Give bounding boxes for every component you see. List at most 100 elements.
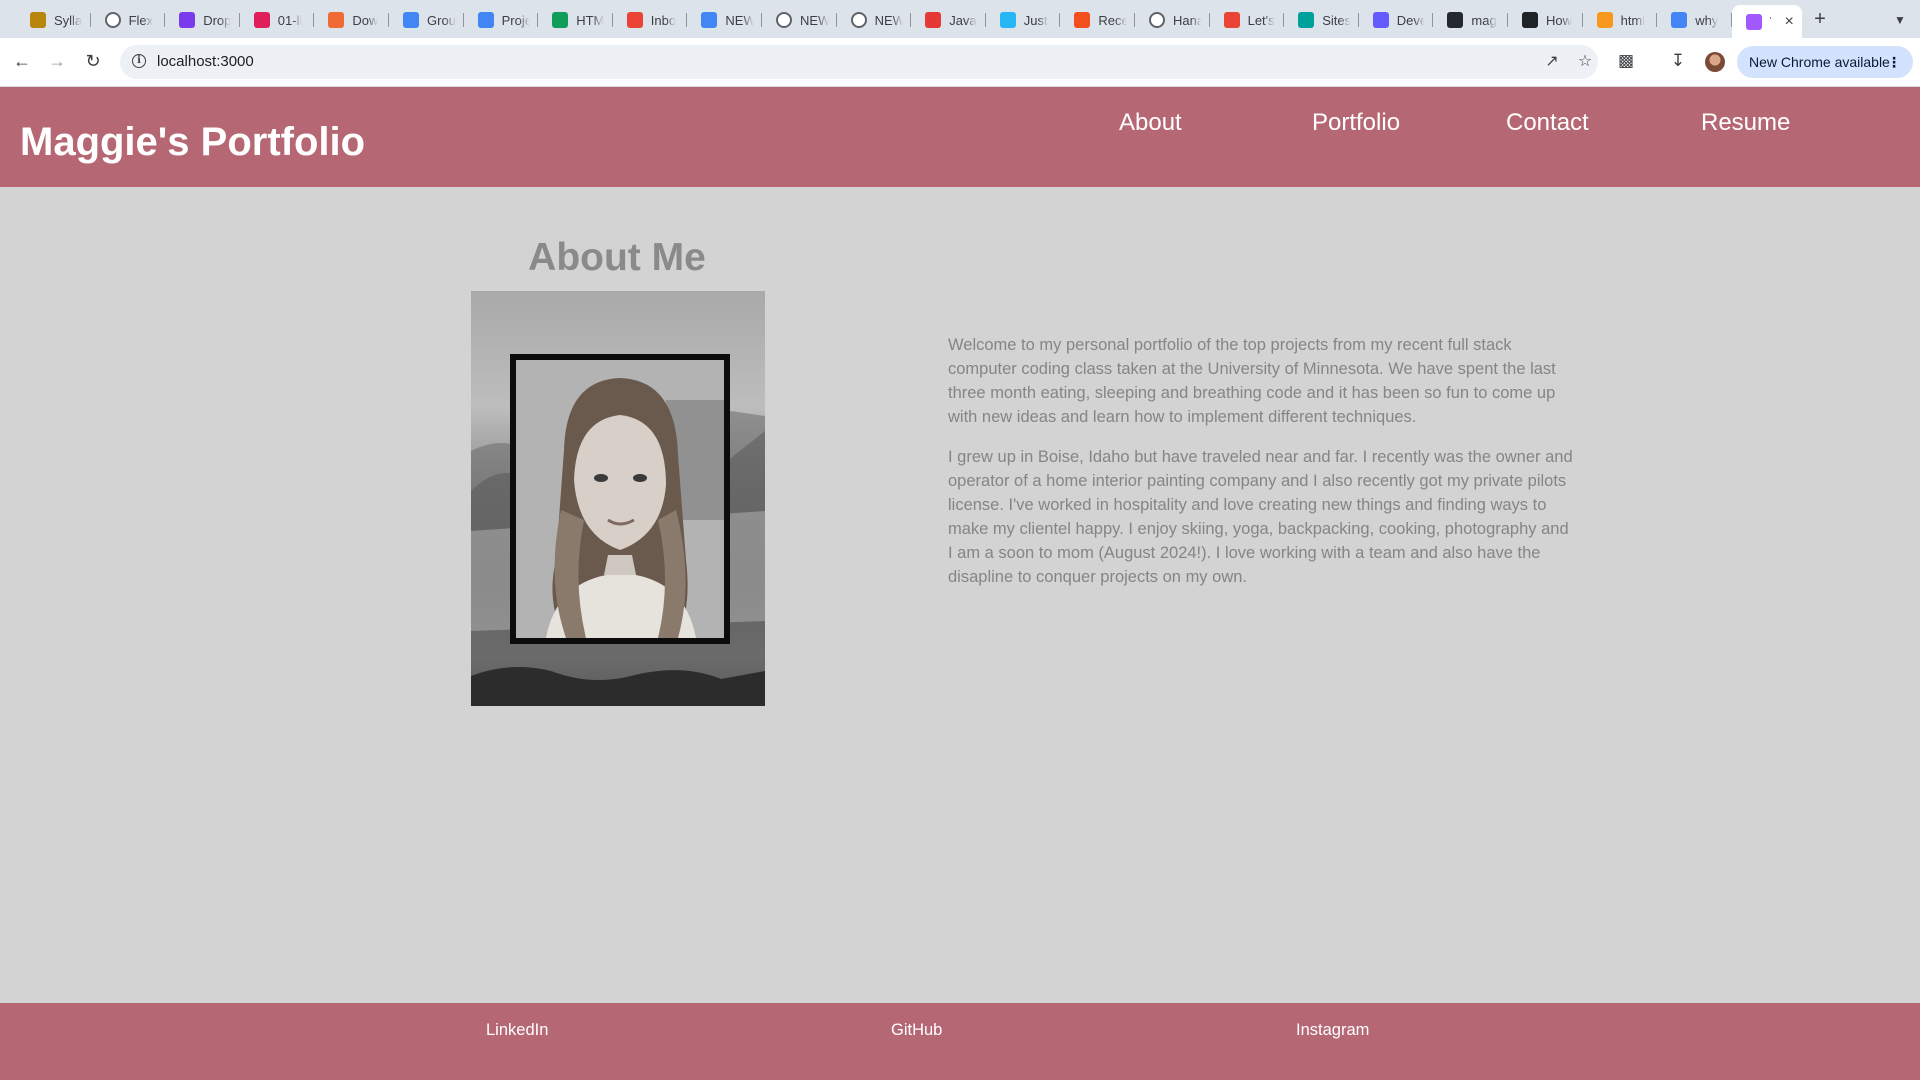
gmail-icon <box>626 12 643 28</box>
more-menu-icon[interactable]: ⋮ <box>1887 46 1901 78</box>
slack-icon <box>253 12 270 28</box>
site-info-icon[interactable]: i <box>132 54 146 68</box>
browser-tab[interactable]: Just <box>986 6 1061 34</box>
nav-link-portfolio[interactable]: Portfolio <box>1312 109 1400 137</box>
browser-tab-label: Sites <box>1322 12 1351 28</box>
drop-icon <box>328 12 345 28</box>
browser-tab-label: Let's <box>1247 12 1275 28</box>
about-heading: About Me <box>528 236 706 279</box>
browser-tab-label: V <box>1770 14 1771 29</box>
browser-tab-label: html <box>1620 12 1646 28</box>
browser-tab[interactable]: Hana <box>1135 6 1210 34</box>
browser-tab-label: NEW <box>874 12 904 28</box>
browser-tab[interactable]: NEW <box>837 6 912 34</box>
browser-tab[interactable]: Grou <box>389 6 464 34</box>
nav-link-resume[interactable]: Resume <box>1701 109 1790 137</box>
bookmark-star-icon[interactable]: ☆ <box>1574 51 1596 73</box>
about-paragraph-1: Welcome to my personal portfolio of the … <box>948 336 1556 426</box>
browser-tab[interactable]: Deve <box>1359 6 1434 34</box>
back-arrow-icon[interactable]: ← <box>9 48 35 74</box>
docs-icon <box>477 12 494 28</box>
site-header: Maggie's Portfolio About Portfolio Conta… <box>0 87 1920 187</box>
browser-tab-label: Grou <box>427 12 456 28</box>
browser-tab[interactable]: html <box>1583 6 1658 34</box>
target-icon <box>925 12 942 28</box>
address-bar[interactable]: i localhost:3000 ↗ ☆ <box>120 45 1598 79</box>
browser-tab[interactable]: Flex <box>91 6 166 34</box>
download-icon[interactable]: ↧ <box>1666 49 1690 73</box>
profile-avatar[interactable] <box>1705 52 1725 72</box>
update-chrome-button[interactable]: New Chrome available ⋮ <box>1737 46 1913 78</box>
update-chrome-label: New Chrome available <box>1749 54 1890 70</box>
browser-tab[interactable]: NEW <box>762 6 837 34</box>
browser-tab[interactable]: Rece <box>1060 6 1135 34</box>
footer-link-instagram[interactable]: Instagram <box>1296 1021 1369 1040</box>
browser-tab-label: NEW <box>800 12 829 28</box>
browser-tab[interactable]: NEW <box>687 6 762 34</box>
browser-tab-label: Rece <box>1098 12 1127 28</box>
footer-link-linkedin[interactable]: LinkedIn <box>486 1021 548 1040</box>
s-icon <box>1372 12 1389 28</box>
browser-tab[interactable]: Drop <box>165 6 240 34</box>
globe-icon <box>776 12 792 28</box>
close-tab-icon[interactable]: × <box>1784 13 1793 31</box>
about-text: Welcome to my personal portfolio of the … <box>948 333 1574 605</box>
footer-link-github[interactable]: GitHub <box>891 1021 942 1040</box>
browser-tab-label: Java <box>949 12 977 28</box>
figma-icon <box>1074 12 1091 28</box>
browser-tab[interactable]: How <box>1508 6 1583 34</box>
gmail-icon <box>1223 12 1240 28</box>
browser-tab[interactable]: Java <box>911 6 986 34</box>
url-text[interactable]: localhost:3000 <box>157 53 254 70</box>
browser-tab[interactable]: why <box>1657 6 1732 34</box>
browser-tab-label: Hana <box>1173 12 1202 28</box>
browser-tab[interactable]: Inbo <box>613 6 688 34</box>
portrait-image <box>516 360 724 638</box>
dark-icon <box>1522 12 1538 28</box>
github-icon <box>1447 12 1464 28</box>
browser-tab-label: Drop <box>203 12 232 28</box>
browser-tab[interactable]: Dow <box>314 6 389 34</box>
google-icon <box>1671 12 1688 28</box>
forward-arrow-icon[interactable]: → <box>44 48 70 74</box>
m-icon <box>30 12 46 28</box>
nav-link-contact[interactable]: Contact <box>1506 109 1589 137</box>
browser-tab-label: Inbo <box>650 12 677 28</box>
browser-tab-label: why <box>1695 12 1719 28</box>
browser-tab[interactable]: V× <box>1731 5 1802 38</box>
open-in-app-icon[interactable]: ↗ <box>1541 51 1563 73</box>
java-icon <box>1596 12 1613 28</box>
browser-tab-label: mag <box>1471 12 1497 28</box>
globe-icon <box>850 12 867 28</box>
globe-icon <box>1149 12 1165 28</box>
browser-tab[interactable]: Sylla <box>16 6 91 34</box>
browser-tab-label: Just <box>1023 12 1048 28</box>
browser-tab[interactable]: 01-li <box>240 6 315 34</box>
browser-tab-label: 01-li <box>277 12 303 28</box>
nav-link-about[interactable]: About <box>1119 109 1182 137</box>
browser-tab[interactable]: mag <box>1433 6 1508 34</box>
browser-tab[interactable]: Proje <box>464 6 539 34</box>
docs-icon <box>701 12 718 28</box>
w-icon <box>552 12 569 28</box>
browser-tab-label: HTM <box>576 12 605 28</box>
reload-icon[interactable]: ↻ <box>80 48 106 74</box>
browser-tab-label: Sylla <box>54 12 83 28</box>
browser-tab-strip: Sylla Flex Drop 01-li Dow Grou Proje HTM Inbo NEW… <box>0 0 1920 38</box>
globe-icon <box>104 12 121 28</box>
new-tab-button[interactable]: + <box>1808 8 1832 32</box>
browser-tab[interactable]: Sites <box>1284 6 1359 34</box>
extensions-icon[interactable]: ▩ <box>1614 49 1638 73</box>
tab-search-icon[interactable]: ▼ <box>1888 8 1912 32</box>
site-title: Maggie's Portfolio <box>20 120 366 164</box>
browser-tab-label: How <box>1546 12 1573 28</box>
browser-tab[interactable]: HTM <box>538 6 613 34</box>
browser-tab-label: Flex <box>128 12 154 28</box>
site-footer: LinkedIn GitHub Instagram <box>0 1003 1920 1080</box>
portrait-frame <box>510 354 730 644</box>
browser-toolbar: ← → ↻ i localhost:3000 ↗ ☆ ▩ ↧ New Chrom… <box>0 38 1920 87</box>
browser-tab-label: Deve <box>1396 12 1426 28</box>
browser-tab-label: Dow <box>352 12 379 28</box>
browser-tab[interactable]: Let's <box>1210 6 1285 34</box>
b-icon <box>179 12 196 28</box>
